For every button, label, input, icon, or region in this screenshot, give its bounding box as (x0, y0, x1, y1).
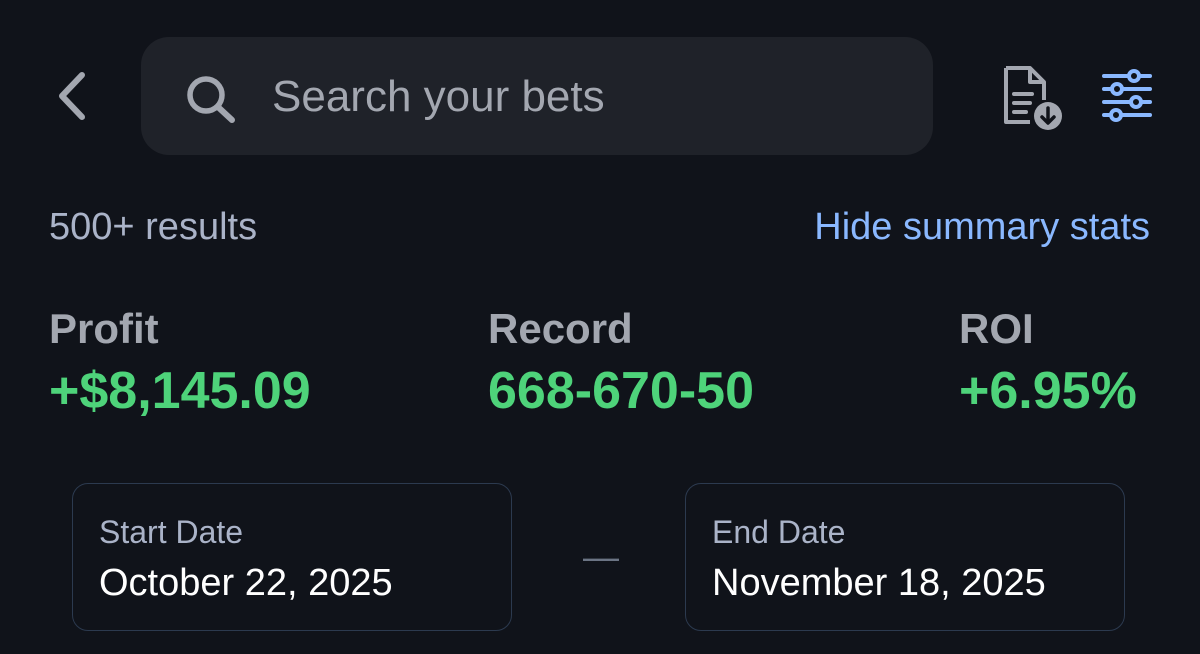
search-icon (187, 76, 235, 123)
start-date-value: October 22, 2025 (99, 562, 393, 604)
export-bets-button[interactable] (996, 64, 1068, 132)
record-stat: Record 668-670-50 (488, 304, 754, 422)
profit-stat: Profit +$8,145.09 (49, 304, 311, 422)
roi-value: +6.95% (959, 362, 1137, 420)
search-input[interactable] (272, 60, 912, 134)
record-label: Record (488, 305, 633, 352)
profit-value: +$8,145.09 (49, 362, 311, 420)
back-button[interactable] (44, 66, 100, 126)
start-date-field[interactable]: Start Date October 22, 2025 (72, 483, 512, 631)
end-date-label: End Date (712, 514, 846, 550)
profit-label: Profit (49, 305, 159, 352)
document-download-icon (1004, 66, 1062, 130)
filter-button[interactable] (1100, 68, 1154, 122)
sliders-icon (1102, 69, 1152, 122)
record-value: 668-670-50 (488, 362, 754, 420)
bets-history-screen: 500+ results Hide summary stats Profit +… (0, 0, 1200, 654)
date-range-separator: — (583, 536, 619, 577)
end-date-field[interactable]: End Date November 18, 2025 (685, 483, 1125, 631)
start-date-label: Start Date (99, 514, 244, 550)
chevron-left-icon (59, 72, 85, 120)
hide-summary-stats-link[interactable]: Hide summary stats (814, 206, 1150, 249)
roi-stat: ROI +6.95% (959, 304, 1137, 422)
results-count: 500+ results (49, 206, 258, 248)
roi-label: ROI (959, 305, 1034, 352)
end-date-value: November 18, 2025 (712, 562, 1046, 604)
